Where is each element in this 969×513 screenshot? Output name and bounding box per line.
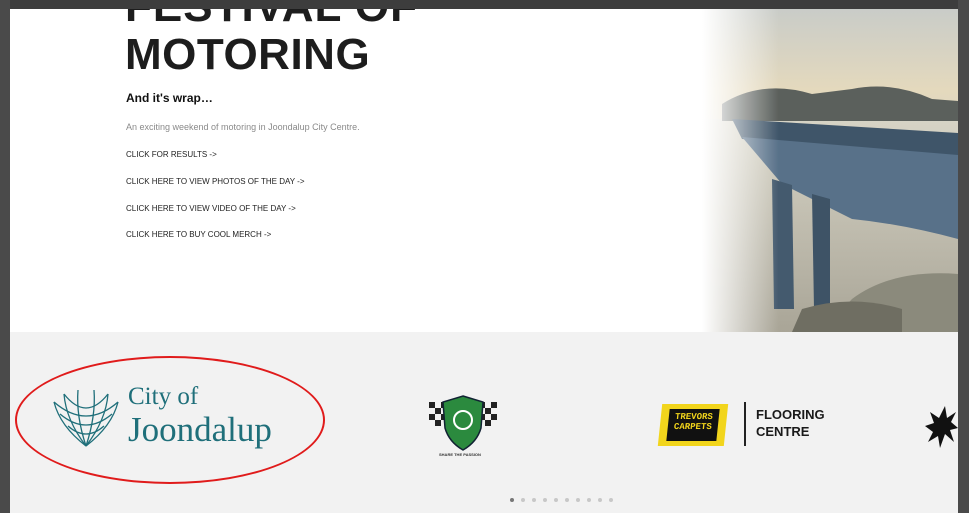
carousel-dot[interactable] (609, 498, 613, 502)
trevors-carpets-logo[interactable]: TREVORS CARPETS FLOORING CENTRE (657, 396, 850, 454)
left-margin (0, 0, 10, 513)
trevors-badge-line2: CARPETS (673, 421, 713, 432)
carousel-dot[interactable] (565, 498, 569, 502)
trevors-line1: FLOORING (756, 407, 825, 422)
results-link[interactable]: CLICK FOR RESULTS -> (126, 151, 217, 159)
carousel-dot[interactable] (554, 498, 558, 502)
carousel-dot[interactable] (521, 498, 525, 502)
hero-description: An exciting weekend of motoring in Joond… (126, 122, 360, 132)
starburst-icon (925, 406, 958, 448)
joondalup-line1: City of (128, 383, 199, 410)
starburst-logo[interactable] (925, 406, 958, 448)
video-link[interactable]: CLICK HERE TO VIEW VIDEO OF THE DAY -> (126, 205, 296, 213)
trevors-divider (744, 402, 746, 446)
city-of-joondalup-logo[interactable]: City of Joondalup (50, 382, 310, 462)
trevors-line2: CENTRE (756, 424, 810, 439)
carousel-dots (510, 498, 613, 502)
carousel-dot[interactable] (576, 498, 580, 502)
trevors-badge: TREVORS CARPETS (657, 404, 729, 446)
checkered-flag-shield-icon (429, 395, 497, 451)
hero-section: FESTIVAL OF MOTORING And it's wrap… An e… (10, 9, 958, 332)
photos-link[interactable]: CLICK HERE TO VIEW PHOTOS OF THE DAY -> (126, 178, 304, 186)
carousel-dot[interactable] (510, 498, 514, 502)
page-viewport: FESTIVAL OF MOTORING And it's wrap… An e… (10, 9, 958, 513)
carousel-dot[interactable] (587, 498, 591, 502)
hero-bridge-photo (702, 9, 958, 332)
carousel-dot[interactable] (532, 498, 536, 502)
hero-title-line2: MOTORING (125, 30, 371, 79)
hero-subheading: And it's wrap… (126, 91, 213, 105)
right-margin (958, 0, 969, 513)
joondalup-leaf-icon (53, 389, 119, 447)
sponsor-logos: City of Joondalup SHARE THE PASSION TREV… (10, 332, 958, 513)
carousel-dot[interactable] (543, 498, 547, 502)
window-top-bar (0, 0, 969, 9)
hero-title-line1: FESTIVAL OF (125, 9, 418, 29)
trevors-badge-inner: TREVORS CARPETS (666, 409, 720, 441)
checkered-shield-logo[interactable]: SHARE THE PASSION (423, 392, 503, 462)
joondalup-line2: Joondalup (128, 410, 272, 449)
checkered-caption: SHARE THE PASSION (439, 452, 481, 457)
carousel-dot[interactable] (598, 498, 602, 502)
merch-link[interactable]: CLICK HERE TO BUY COOL MERCH -> (126, 231, 271, 239)
